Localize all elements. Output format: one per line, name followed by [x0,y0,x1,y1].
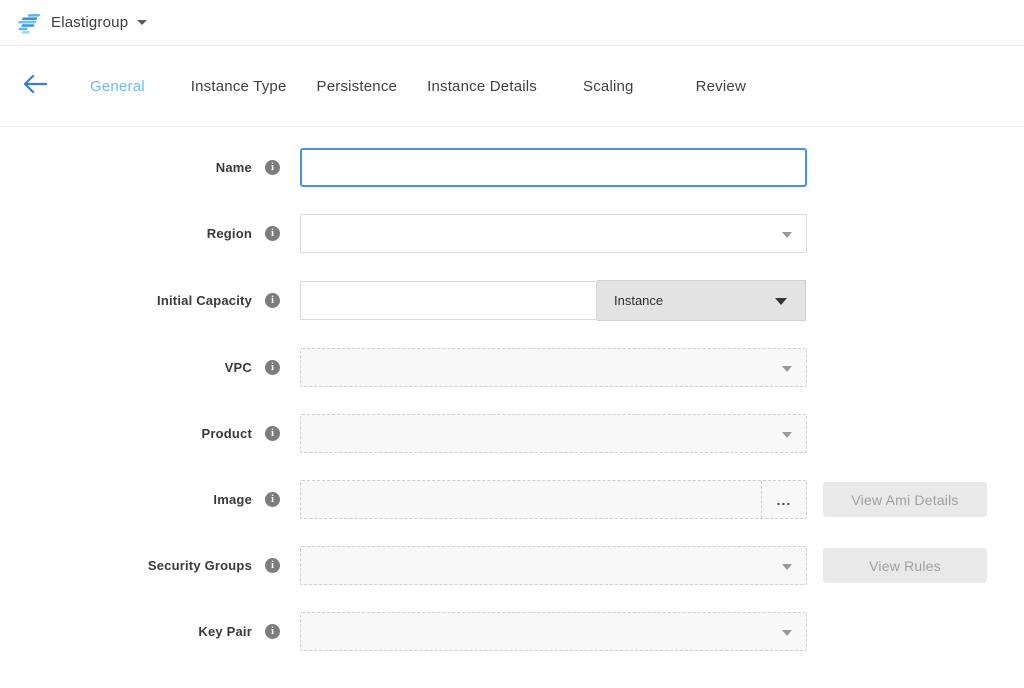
image-input[interactable]: ... [300,480,807,519]
info-icon[interactable]: i [265,624,280,639]
field-row-vpc: VPC i [0,348,1024,387]
chevron-down-icon [782,432,792,438]
top-bar: Elastigroup [0,0,1024,46]
field-row-region: Region i [0,214,1024,253]
region-select[interactable] [300,214,807,253]
image-label: Image [213,492,252,507]
field-row-image: Image i ... View Ami Details [0,480,1024,519]
info-icon[interactable]: i [265,360,280,375]
tab-instance-type[interactable]: Instance Type [191,78,287,95]
field-row-security-groups: Security Groups i View Rules [0,546,1024,585]
elastigroup-logo-icon [14,11,41,35]
region-label: Region [207,226,252,241]
browse-image-button[interactable]: ... [761,481,806,518]
chevron-down-icon [782,564,792,570]
vpc-label: VPC [225,360,252,375]
general-settings-form: Name i Region i Initial Capacity i Inst [0,127,1024,651]
view-ami-details-button[interactable]: View Ami Details [823,482,987,517]
view-rules-button[interactable]: View Rules [823,548,987,583]
chevron-down-icon [137,20,147,25]
initial-capacity-input[interactable] [300,281,597,320]
tab-instance-details[interactable]: Instance Details [427,78,537,95]
back-button[interactable] [22,73,48,99]
chevron-down-icon [782,232,792,238]
tab-general[interactable]: General [90,78,145,95]
tab-review[interactable]: Review [696,78,746,95]
security-groups-select[interactable] [300,546,807,585]
name-label: Name [216,160,252,175]
capacity-unit-value: Instance [614,293,663,308]
back-arrow-icon [23,75,47,98]
field-row-key-pair: Key Pair i [0,612,1024,651]
field-row-name: Name i [0,148,1024,187]
info-icon[interactable]: i [265,426,280,441]
wizard-tab-bar: General Instance Type Persistence Instan… [0,46,1024,127]
key-pair-label: Key Pair [198,624,252,639]
chevron-down-icon [782,630,792,636]
app-switcher[interactable]: Elastigroup [14,11,147,35]
product-label: Product [201,426,252,441]
info-icon[interactable]: i [265,492,280,507]
key-pair-select[interactable] [300,612,807,651]
app-name: Elastigroup [51,14,128,31]
name-input[interactable] [300,148,807,187]
info-icon[interactable]: i [265,293,280,308]
tab-scaling[interactable]: Scaling [583,78,634,95]
product-select[interactable] [300,414,807,453]
chevron-down-icon [775,298,787,305]
initial-capacity-label: Initial Capacity [157,293,252,308]
info-icon[interactable]: i [265,558,280,573]
info-icon[interactable]: i [265,226,280,241]
capacity-unit-select[interactable]: Instance [597,280,806,321]
tab-persistence[interactable]: Persistence [317,78,398,95]
info-icon[interactable]: i [265,160,280,175]
field-row-product: Product i [0,414,1024,453]
chevron-down-icon [782,366,792,372]
security-groups-label: Security Groups [148,558,252,573]
tabs: General Instance Type Persistence Instan… [90,78,746,95]
vpc-select[interactable] [300,348,807,387]
field-row-initial-capacity: Initial Capacity i Instance [0,280,1024,321]
